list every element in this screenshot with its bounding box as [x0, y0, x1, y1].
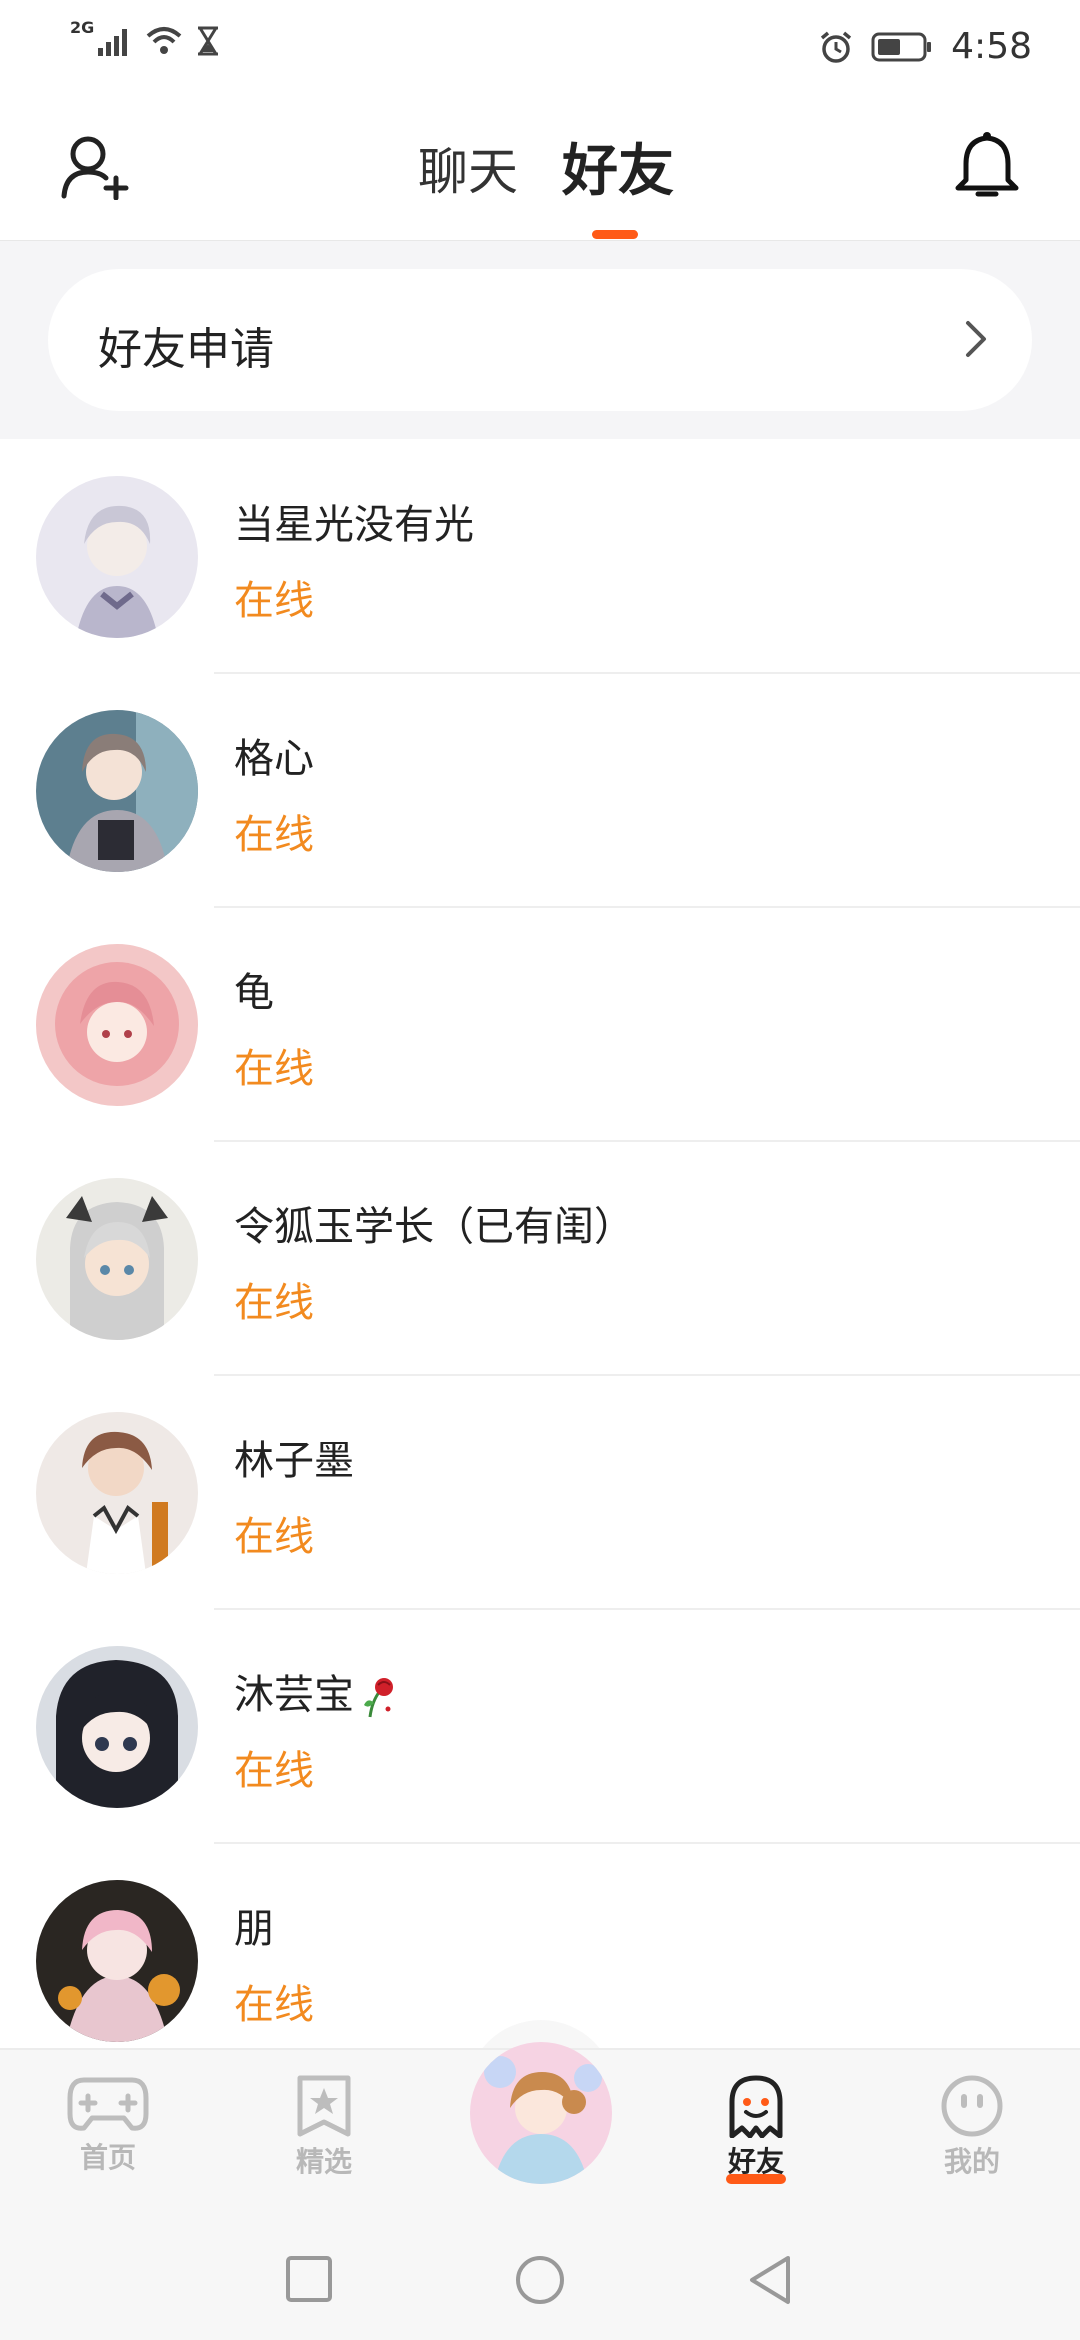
online-status: 在线 — [234, 1514, 314, 1560]
system-nav-bar — [0, 2212, 1080, 2340]
friend-row[interactable]: 令狐玉学长（已有闺） 在线 — [0, 1142, 1080, 1376]
friend-request-label: 好友申请 — [98, 324, 274, 375]
rose-icon — [364, 1678, 393, 1718]
friend-request-button[interactable]: 好友申请 — [48, 269, 1032, 411]
back-icon[interactable] — [746, 2254, 794, 2306]
friend-row[interactable]: 沐芸宝 在线 — [0, 1610, 1080, 1844]
star-badge-icon — [297, 2075, 351, 2137]
tab-chat[interactable]: 聊天 — [418, 132, 518, 204]
avatar — [36, 1178, 198, 1340]
recent-apps-icon[interactable] — [284, 2254, 334, 2304]
chevron-right-icon — [966, 321, 986, 357]
avatar — [36, 710, 198, 872]
nav-label: 好友 — [727, 2145, 784, 2178]
avatar — [36, 1646, 198, 1808]
ghost-icon — [729, 2075, 783, 2138]
friend-row[interactable]: 林子墨 在线 — [0, 1376, 1080, 1610]
nav-label: 精选 — [295, 2145, 352, 2178]
online-status: 在线 — [234, 578, 314, 624]
add-user-icon — [61, 136, 129, 201]
battery-icon — [871, 32, 932, 61]
status-right: 4:58 — [819, 26, 1032, 67]
online-status: 在线 — [234, 1748, 314, 1794]
friend-name: 当星光没有光 — [234, 502, 474, 548]
avatar — [36, 1412, 198, 1574]
center-avatar — [470, 2042, 612, 2184]
notification-button[interactable] — [952, 130, 1022, 202]
friend-row[interactable]: 当星光没有光 在线 — [0, 440, 1080, 674]
status-bar: 2G 4:58 — [0, 0, 1080, 92]
bell-icon — [955, 132, 1019, 197]
active-tab-indicator — [592, 230, 638, 239]
online-status: 在线 — [234, 1046, 314, 1092]
friend-row[interactable]: 龟 在线 — [0, 908, 1080, 1142]
friend-name: 龟 — [234, 970, 274, 1016]
home-icon[interactable] — [514, 2254, 566, 2306]
avatar — [36, 476, 198, 638]
avatar — [36, 944, 198, 1106]
face-icon — [941, 2075, 1003, 2137]
network-type: 2G — [70, 17, 95, 37]
friend-row[interactable]: 格心 在线 — [0, 674, 1080, 908]
nav-friends[interactable]: 好友 — [696, 2074, 816, 2184]
signal-icon — [98, 29, 128, 56]
online-status: 在线 — [234, 1982, 314, 2028]
nav-label: 首页 — [79, 2141, 136, 2174]
add-friend-button[interactable] — [60, 134, 132, 201]
friend-name: 令狐玉学长（已有闺） — [234, 1204, 634, 1250]
friend-name-text: 沐芸宝 — [234, 1672, 354, 1718]
friend-name: 林子墨 — [234, 1438, 354, 1484]
center-avatar-button[interactable] — [470, 2042, 612, 2184]
wifi-icon — [146, 27, 182, 54]
friend-list: 当星光没有光 在线 格心 在线 龟 在线 令狐玉学长（已有闺） 在线 林子墨 在… — [0, 440, 1080, 2078]
friend-name: 朋 — [234, 1906, 274, 1952]
gamepad-icon — [67, 2077, 149, 2131]
avatar — [36, 1880, 198, 2042]
nav-home[interactable]: 首页 — [48, 2074, 168, 2176]
clock: 4:58 — [951, 26, 1032, 67]
friend-name: 沐芸宝 — [234, 1662, 398, 1720]
online-status: 在线 — [234, 1280, 314, 1326]
nav-label: 我的 — [943, 2145, 1000, 2178]
friend-name: 格心 — [234, 736, 314, 782]
nav-mine[interactable]: 我的 — [912, 2074, 1032, 2180]
online-status: 在线 — [234, 812, 314, 858]
tab-friends[interactable]: 好友 — [562, 126, 674, 207]
nav-featured[interactable]: 精选 — [264, 2074, 384, 2180]
alarm-icon — [821, 31, 852, 63]
hourglass-icon — [198, 26, 219, 56]
status-left: 2G — [70, 18, 220, 56]
friend-request-section: 好友申请 — [0, 241, 1080, 439]
top-header: 聊天 好友 — [0, 92, 1080, 242]
